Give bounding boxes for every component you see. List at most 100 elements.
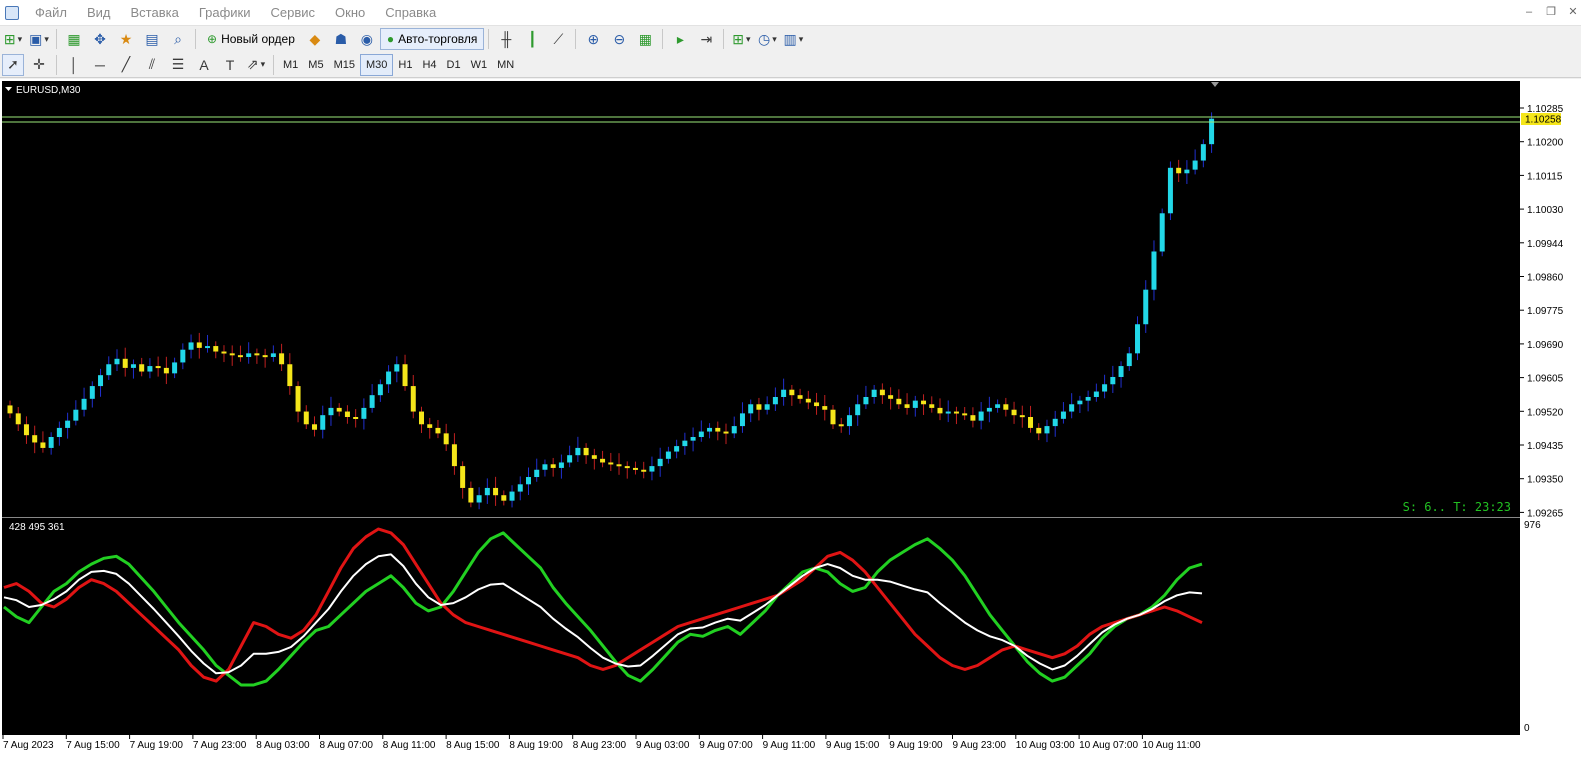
candle-bull: [361, 407, 367, 419]
candle-bull: [1209, 118, 1215, 145]
autotrading-button[interactable]: ● Авто-торговля: [379, 28, 485, 50]
time-tick-label: 10 Aug 03:00: [1016, 740, 1075, 751]
candle-bull: [65, 420, 71, 428]
chart-shift-icon[interactable]: ⇥: [695, 28, 717, 50]
profiles-icon[interactable]: ▣: [28, 28, 50, 50]
price-tick-label: 1.09520: [1527, 407, 1564, 418]
timeframe-h4[interactable]: H4: [417, 54, 441, 76]
timeframe-m1[interactable]: M1: [278, 54, 303, 76]
arrows-icon[interactable]: ⇗: [245, 54, 267, 76]
menu-window[interactable]: Окно: [325, 5, 375, 20]
navigator-icon[interactable]: ★: [115, 28, 137, 50]
menu-help[interactable]: Справка: [375, 5, 446, 20]
menu-view[interactable]: Вид: [77, 5, 121, 20]
candle-bear: [443, 433, 449, 445]
fibonacci-icon[interactable]: ☰: [167, 54, 189, 76]
candle-bear: [608, 462, 614, 465]
candle-bull: [517, 484, 523, 492]
metaeditor-icon[interactable]: ◆: [304, 28, 326, 50]
channel-icon[interactable]: ⫽: [141, 54, 163, 76]
candlestick-chart-icon[interactable]: ┃: [521, 28, 543, 50]
new-chart-icon[interactable]: ⊞: [2, 28, 24, 50]
tile-windows-icon[interactable]: ▦: [634, 28, 656, 50]
time-tick-label: 8 Aug 23:00: [573, 740, 627, 751]
candle-bear: [929, 404, 935, 408]
candle-bear: [139, 364, 145, 372]
candle-bull: [394, 364, 400, 372]
timeframe-m15[interactable]: M15: [329, 54, 360, 76]
main-chart-area[interactable]: [2, 81, 1520, 517]
candle-bear: [896, 398, 902, 405]
templates-icon[interactable]: ▥: [782, 28, 804, 50]
price-tick-label: 1.09350: [1527, 475, 1564, 486]
timeframe-w1[interactable]: W1: [466, 54, 493, 76]
candle-bear: [591, 455, 597, 459]
price-tick-label: 1.10115: [1527, 171, 1563, 182]
candle-bear: [40, 442, 46, 448]
candle-bull: [855, 404, 861, 416]
candle-bear: [344, 411, 350, 418]
periods-icon[interactable]: ◷: [756, 28, 778, 50]
chart-canvas[interactable]: EURUSD,M30 1.102851.102001.101151.100301…: [0, 79, 1581, 763]
menubar: Файл Вид Вставка Графики Сервис Окно Спр…: [0, 0, 1581, 26]
trendline-icon[interactable]: ╱: [115, 54, 137, 76]
candle-bull: [995, 404, 1001, 408]
autoscroll-icon[interactable]: ▸: [669, 28, 691, 50]
candle-bull: [48, 437, 54, 448]
chart-window[interactable]: EURUSD,M30 1.10285 1.10200 1.10115 1.10030 1…: [0, 79, 1581, 763]
candle-bull: [1200, 144, 1206, 161]
candle-bull: [698, 431, 704, 438]
text-icon[interactable]: A: [193, 54, 215, 76]
community-icon[interactable]: ☗: [330, 28, 352, 50]
candle-bear: [237, 355, 243, 358]
timeframe-h1[interactable]: H1: [393, 54, 417, 76]
candle-bear: [632, 467, 638, 470]
candle-bear: [353, 417, 359, 420]
candle-bull: [558, 462, 564, 468]
zoom-out-icon[interactable]: ⊖: [608, 28, 630, 50]
menu-tools[interactable]: Сервис: [261, 5, 326, 20]
crosshair-icon[interactable]: ✛: [28, 54, 50, 76]
text-label-icon[interactable]: T: [219, 54, 241, 76]
menu-file[interactable]: Файл: [25, 5, 77, 20]
market-watch-icon[interactable]: ▦: [63, 28, 85, 50]
candle-bear: [616, 464, 622, 467]
bar-chart-icon[interactable]: ╫: [495, 28, 517, 50]
zoom-in-icon[interactable]: ⊕: [582, 28, 604, 50]
signals-icon[interactable]: ◉: [356, 28, 378, 50]
indicator-subwindow[interactable]: [2, 518, 1520, 735]
timeframe-m5[interactable]: M5: [303, 54, 328, 76]
timeframe-d1[interactable]: D1: [442, 54, 466, 76]
candle-bear: [213, 346, 219, 352]
indicators-icon[interactable]: ⊞: [730, 28, 752, 50]
timeframe-mn[interactable]: MN: [492, 54, 519, 76]
candle-bear: [460, 466, 466, 488]
cursor-icon[interactable]: ➚: [2, 53, 24, 76]
strategy-tester-icon[interactable]: ⌕: [167, 28, 189, 50]
menu-insert[interactable]: Вставка: [121, 5, 189, 20]
candle-bull: [56, 427, 62, 438]
candle-bear: [838, 424, 844, 427]
data-window-icon[interactable]: ✥: [89, 28, 111, 50]
time-tick-label: 8 Aug 03:00: [256, 740, 310, 751]
restore-icon[interactable]: ❐: [1543, 5, 1559, 19]
candle-bear: [962, 413, 968, 416]
candle-bear: [937, 407, 943, 414]
close-icon[interactable]: ✕: [1565, 5, 1581, 19]
line-chart-icon[interactable]: ⟋: [547, 28, 569, 50]
horizontal-line-icon[interactable]: ─: [89, 54, 111, 76]
new-order-button[interactable]: ⊕ Новый ордер: [200, 28, 302, 50]
minimize-icon[interactable]: –: [1521, 5, 1537, 19]
time-axis: 7 Aug 2023 7 Aug 15:00 7 Aug 19:00 7 Aug 23…: [2, 735, 1201, 751]
vertical-line-icon[interactable]: │: [63, 54, 85, 76]
menu-charts[interactable]: Графики: [189, 5, 261, 20]
candle-bear: [715, 427, 721, 432]
terminal-icon[interactable]: ▤: [141, 28, 163, 50]
candle-bull: [649, 466, 655, 472]
candle-bull: [1102, 384, 1108, 392]
candle-bear: [254, 353, 260, 356]
timeframe-m30[interactable]: M30: [359, 53, 394, 76]
candle-bull: [369, 395, 375, 408]
candle-bear: [641, 469, 647, 472]
candle-bull: [863, 396, 869, 405]
